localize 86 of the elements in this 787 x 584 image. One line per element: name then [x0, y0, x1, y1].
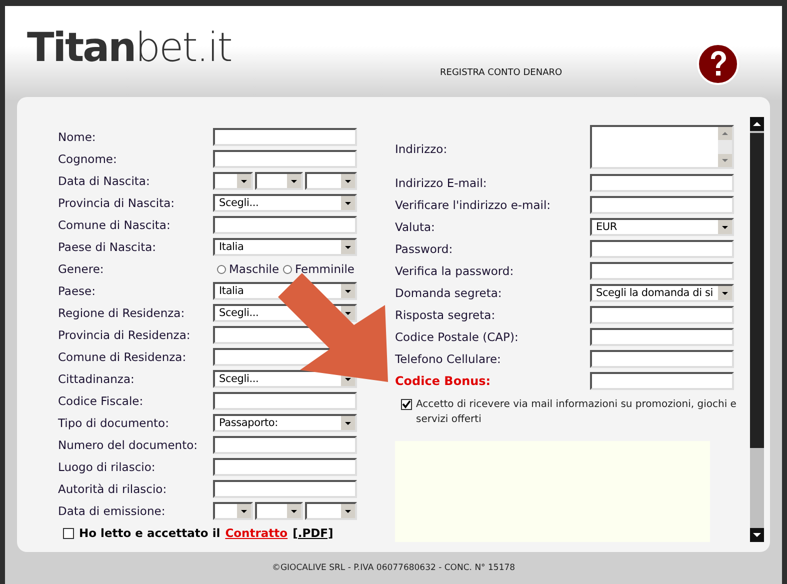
field-label: Provincia di Residenza: — [58, 328, 192, 342]
field-label: Verificare l'indirizzo e-mail: — [395, 198, 552, 212]
text-field[interactable] — [590, 196, 734, 214]
dropdown[interactable]: Passaporto: — [213, 414, 357, 432]
caret-icon — [341, 284, 355, 298]
field-label: Paese: — [58, 284, 96, 298]
field-label: Risposta segreta: — [395, 308, 496, 322]
scroll-up-icon[interactable] — [750, 117, 764, 131]
text-field[interactable] — [213, 216, 357, 234]
dropdown[interactable]: Italia — [213, 238, 357, 256]
field-label: Cognome: — [58, 152, 118, 166]
field-label: Autorità di rilascio: — [58, 482, 168, 496]
contract-link[interactable]: Contratto — [225, 526, 288, 540]
field-label: Codice Fiscale: — [58, 394, 144, 408]
text-field[interactable] — [590, 174, 734, 192]
field-label: Password: — [395, 242, 454, 256]
caret-icon — [287, 504, 301, 518]
field-label: Codice Bonus: — [395, 374, 492, 388]
caret-icon — [718, 286, 732, 300]
field-label: Comune di Residenza: — [58, 350, 188, 364]
dropdown[interactable]: Scegli... — [213, 194, 357, 212]
field-label: Comune di Nascita: — [58, 218, 172, 232]
field-label: Numero del documento: — [58, 438, 198, 452]
dropdown[interactable] — [213, 172, 253, 190]
field-label: Paese di Nascita: — [58, 240, 158, 254]
checkbox[interactable] — [63, 528, 74, 538]
caret-icon — [341, 240, 355, 254]
radio-label: Maschile — [229, 262, 280, 276]
radio-button[interactable] — [283, 264, 292, 274]
help-icon[interactable] — [697, 43, 739, 85]
field-label: Domanda segreta: — [395, 286, 503, 300]
text-field[interactable] — [590, 240, 734, 258]
pdf-link[interactable]: [.PDF] — [292, 526, 334, 540]
radio-label: Femminile — [295, 262, 354, 276]
text-field[interactable] — [590, 306, 734, 324]
scrollbar[interactable] — [750, 117, 764, 542]
text-field[interactable] — [213, 458, 357, 476]
text-field[interactable] — [590, 328, 734, 346]
field-label: Provincia di Nascita: — [58, 196, 176, 210]
field-label: Genere: — [58, 262, 105, 276]
dropdown[interactable]: EUR — [590, 218, 734, 236]
caret-icon — [718, 220, 732, 234]
scroll-down-icon[interactable] — [750, 528, 764, 542]
newsletter-text: Accetto di ricevere via mail informazioni su promozioni, giochi e servizi offerti — [416, 398, 738, 427]
text-field[interactable] — [213, 150, 357, 168]
field-label: Indirizzo E-mail: — [395, 176, 488, 190]
dropdown[interactable] — [213, 502, 253, 520]
field-label: Tipo di documento: — [58, 416, 170, 430]
field-label: Cittadinanza: — [58, 372, 136, 386]
page-title: REGISTRA CONTO DENARO — [440, 68, 562, 78]
radio-button[interactable] — [217, 264, 226, 274]
dropdown[interactable]: Scegli... — [213, 370, 357, 388]
dropdown[interactable] — [255, 172, 303, 190]
text-field[interactable] — [213, 392, 357, 410]
field-label: Verifica la password: — [395, 264, 515, 278]
text-field[interactable] — [590, 262, 734, 280]
dropdown[interactable] — [305, 502, 357, 520]
checkbox[interactable] — [401, 399, 412, 410]
text-field[interactable] — [590, 372, 734, 390]
caret-icon — [341, 196, 355, 210]
caret-icon — [341, 174, 355, 188]
dropdown[interactable]: Scegli la domanda di si — [590, 284, 734, 302]
agreement-text: Ho letto e accettato il — [79, 526, 220, 540]
logo: Titanbet.it — [27, 24, 232, 72]
text-field[interactable] — [213, 436, 357, 454]
scroll-thumb[interactable] — [750, 133, 764, 448]
field-label: Telefono Cellulare: — [395, 352, 502, 366]
text-field[interactable] — [590, 350, 734, 368]
field-label: Indirizzo: — [395, 142, 448, 156]
field-label: Luogo di rilascio: — [58, 460, 156, 474]
footer-text: ©GIOCALIVE SRL - P.IVA 06077680632 - CONC. N° 15178 — [272, 563, 516, 573]
text-field[interactable] — [213, 128, 357, 146]
caret-icon — [341, 416, 355, 430]
caret-icon — [237, 174, 251, 188]
field-label: Codice Postale (CAP): — [395, 330, 520, 344]
field-label: Nome: — [58, 130, 97, 144]
caret-icon — [237, 504, 251, 518]
dropdown[interactable] — [255, 502, 303, 520]
field-label: Regione di Residenza: — [58, 306, 186, 320]
dropdown[interactable] — [305, 172, 357, 190]
caret-icon — [287, 174, 301, 188]
field-label: Valuta: — [395, 220, 436, 234]
caret-icon — [341, 504, 355, 518]
field-label: Data di Nascita: — [58, 174, 151, 188]
field-label: Data di emissione: — [58, 504, 166, 518]
text-field[interactable] — [213, 480, 357, 498]
